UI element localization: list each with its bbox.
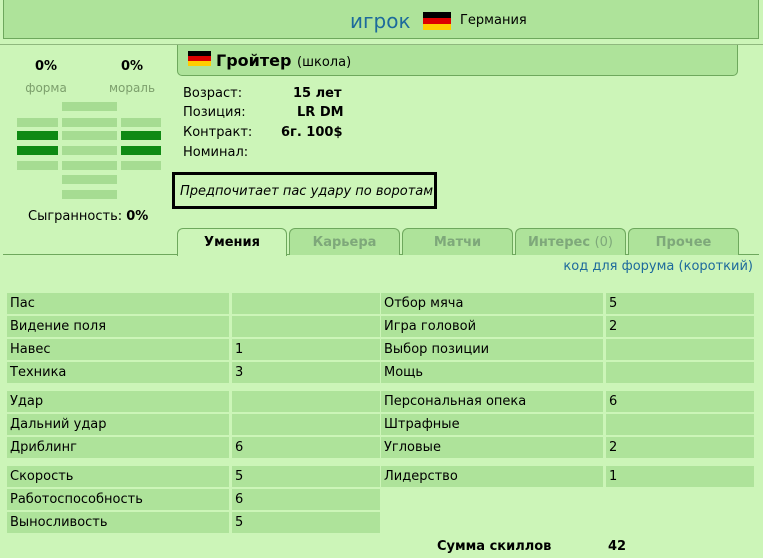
- skill-value: 6: [232, 437, 380, 458]
- skill-name: Пас: [7, 293, 229, 314]
- morale-value: 0%: [120, 59, 144, 74]
- meter-segment: [17, 146, 58, 155]
- germany-flag-icon: [188, 51, 211, 66]
- info-age-label: Возраст:: [183, 86, 243, 101]
- skill-name: Дриблинг: [7, 437, 229, 458]
- player-name-text: Гройтер: [216, 51, 292, 70]
- skill-value: 1: [232, 339, 380, 360]
- meter-segment: [121, 146, 161, 155]
- tab-matches[interactable]: Матчи: [402, 228, 513, 255]
- skill-value: [606, 362, 754, 383]
- info-contract-value: 6г. 100$: [281, 125, 343, 140]
- skill-name: Мощь: [381, 362, 603, 383]
- skill-value: 5: [232, 466, 380, 487]
- skill-value: [606, 339, 754, 360]
- meter-segment: [121, 118, 161, 127]
- teamwork: Сыгранность: 0%: [28, 209, 148, 224]
- tab-interest[interactable]: Интерес (0): [515, 228, 626, 255]
- meter-segment: [17, 161, 58, 170]
- skill-name: Штрафные: [381, 414, 603, 435]
- meter-segment: [121, 131, 161, 140]
- skill-value: 2: [606, 316, 754, 337]
- germany-flag-icon: [423, 12, 451, 30]
- info-nominal-label: Номинал:: [183, 145, 249, 160]
- skill-value: 5: [606, 293, 754, 314]
- preference-box: Предпочитает пас удару по воротам: [172, 172, 437, 209]
- skill-name: Дальний удар: [7, 414, 229, 435]
- info-contract-label: Контракт:: [183, 125, 253, 140]
- player-name: Гройтер (школа): [216, 51, 351, 70]
- tab-interest-count: (0): [594, 235, 613, 250]
- meter-segment: [62, 190, 117, 199]
- teamwork-value: 0%: [126, 209, 149, 224]
- skill-name: Удар: [7, 391, 229, 412]
- skill-value: [606, 414, 754, 435]
- meter-segment: [17, 118, 58, 127]
- skill-value: [232, 391, 380, 412]
- skill-name: Игра головой: [381, 316, 603, 337]
- meter-segment: [17, 131, 58, 140]
- form-label: форма: [25, 81, 67, 95]
- skill-name: Навес: [7, 339, 229, 360]
- skill-name: Отбор мяча: [381, 293, 603, 314]
- form-value: 0%: [34, 59, 58, 74]
- skill-value: 3: [232, 362, 380, 383]
- tab-career[interactable]: Карьера: [289, 228, 400, 255]
- meter-segment: [62, 118, 117, 127]
- skill-name: Видение поля: [7, 316, 229, 337]
- skill-value: 6: [232, 489, 380, 510]
- info-position-value: LR DM: [297, 105, 344, 120]
- morale-label: мораль: [108, 81, 156, 95]
- skill-name: Угловые: [381, 437, 603, 458]
- page-title: игрок: [350, 9, 411, 33]
- country-label: Германия: [460, 13, 527, 28]
- skill-name: Лидерство: [381, 466, 603, 487]
- skill-value: 5: [232, 512, 380, 533]
- skill-value: [232, 316, 380, 337]
- skill-name: Работоспособность: [7, 489, 229, 510]
- player-team: (школа): [297, 55, 352, 70]
- tab-skills[interactable]: Умения: [177, 228, 287, 256]
- skill-name: Выносливость: [7, 512, 229, 533]
- skill-value: 6: [606, 391, 754, 412]
- skill-value: [232, 414, 380, 435]
- meter-segment: [62, 146, 117, 155]
- meter-segment: [62, 131, 117, 140]
- skill-value: [232, 293, 380, 314]
- skill-name: Выбор позиции: [381, 339, 603, 360]
- meter-segment: [121, 161, 161, 170]
- skill-value: 2: [606, 437, 754, 458]
- meter-segment: [62, 102, 117, 111]
- skills-sum-value: 42: [608, 539, 627, 554]
- tab-other[interactable]: Прочее: [628, 228, 739, 255]
- teamwork-label: Сыгранность:: [28, 209, 123, 224]
- skills-sum-label: Сумма скиллов: [437, 539, 552, 554]
- info-age-value: 15 лет: [293, 86, 342, 101]
- forum-code-link[interactable]: код для форума: [563, 259, 674, 274]
- skill-name: Техника: [7, 362, 229, 383]
- skill-name: Скорость: [7, 466, 229, 487]
- info-position-label: Позиция:: [183, 105, 246, 120]
- forum-short-link[interactable]: (короткий): [679, 259, 753, 274]
- meter-segment: [62, 175, 117, 184]
- tab-interest-label: Интерес: [528, 235, 591, 250]
- skill-name: Персональная опека: [381, 391, 603, 412]
- meter-segment: [62, 161, 117, 170]
- forum-links: код для форума (короткий): [563, 259, 753, 274]
- skill-value: 1: [606, 466, 754, 487]
